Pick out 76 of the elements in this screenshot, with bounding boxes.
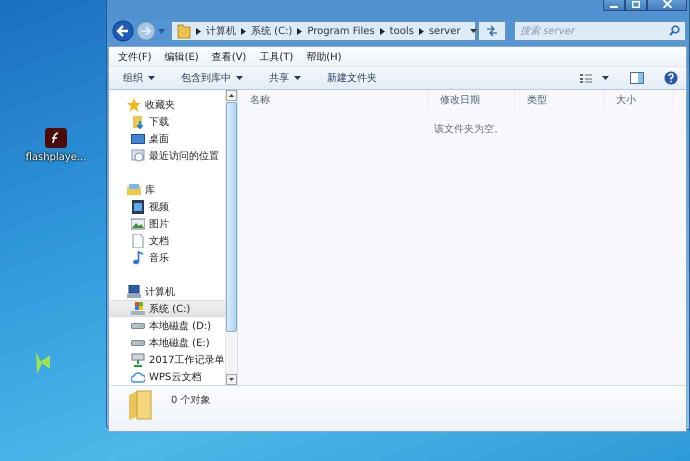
toolbar-button[interactable]: 共享 <box>264 69 306 87</box>
scrollbar[interactable] <box>225 90 237 385</box>
sidebar-item[interactable]: 系统 (C:) <box>109 300 225 317</box>
star-icon <box>127 98 141 112</box>
flash-app-icon <box>45 128 67 148</box>
breadcrumb-link[interactable]: 计算机 <box>206 24 236 38</box>
download-folder-icon <box>131 114 145 128</box>
empty-folder-message: 该文件夹为空。 <box>433 122 505 136</box>
back-button[interactable] <box>112 20 134 42</box>
chevron-icon <box>196 28 201 34</box>
toolbar-button[interactable]: 新建文件夹 <box>322 69 382 87</box>
scroll-up-icon[interactable] <box>226 90 237 101</box>
sidebar-group[interactable]: 计算机 <box>109 283 225 300</box>
sidebar-item[interactable]: 最近访问的位置 <box>109 147 225 164</box>
library-icon <box>127 182 141 196</box>
picture-icon <box>131 216 145 230</box>
breadcrumb-link[interactable]: Program Files <box>307 26 375 36</box>
computer-icon <box>127 284 141 298</box>
cloud-icon <box>131 370 145 384</box>
menu-item[interactable]: 编辑(E) <box>164 50 199 64</box>
network-drive-icon <box>131 352 145 366</box>
sidebar-item[interactable]: 桌面 <box>109 130 225 147</box>
sidebar-item[interactable]: 本地磁盘 (E:) <box>109 334 225 351</box>
sidebar-item[interactable]: 2017工作记录单 <box>109 351 225 368</box>
sidebar-group[interactable]: 收藏夹 <box>109 96 225 113</box>
column-header[interactable]: 名称 <box>238 90 428 110</box>
sidebar-item[interactable]: 音乐 <box>109 249 225 266</box>
menu-item[interactable]: 文件(F) <box>118 50 152 64</box>
drive-icon <box>131 322 145 328</box>
sidebar-item[interactable]: 视频 <box>109 198 225 215</box>
scroll-thumb[interactable] <box>226 102 237 332</box>
item-count: 0 个对象 <box>171 394 211 407</box>
column-header[interactable]: 大小 <box>604 90 674 110</box>
breadcrumb-link[interactable]: tools <box>390 26 414 36</box>
music-note-icon <box>131 250 145 264</box>
search-icon <box>669 25 680 36</box>
breadcrumb-link[interactable]: server <box>428 26 460 36</box>
maximize-icon <box>632 1 640 8</box>
menu-item[interactable]: 帮助(H) <box>306 50 342 64</box>
toolbar-button[interactable]: 包含到库中 <box>176 69 248 87</box>
chevron-icon <box>297 28 302 34</box>
menu-item[interactable]: 工具(T) <box>259 50 294 64</box>
preview-pane-icon[interactable] <box>630 72 644 84</box>
folder-icon <box>177 23 191 39</box>
chevron-icon <box>418 28 424 34</box>
desktop-icon-label[interactable]: flashplaye... <box>26 152 86 163</box>
sidebar-item[interactable]: 图片 <box>109 215 225 232</box>
dropdown-caret-icon[interactable] <box>470 29 478 33</box>
column-header[interactable]: 类型 <box>515 90 604 110</box>
sidebar-item[interactable]: 下载 <box>109 113 225 130</box>
sidebar-item[interactable]: WPS云文档 <box>109 368 225 385</box>
toolbar-button[interactable]: 组织 <box>118 69 160 87</box>
close-icon <box>662 0 672 8</box>
column-header[interactable]: 修改日期 <box>428 90 515 110</box>
view-options-icon[interactable] <box>580 73 610 83</box>
folder-icon <box>127 389 153 421</box>
sidebar-item[interactable]: 本地磁盘 (D:) <box>109 317 225 334</box>
desktop-icon <box>131 132 145 146</box>
sidebar-group[interactable]: 库 <box>109 181 225 198</box>
address-bar[interactable]: 计算机 系统 (C:) Program Files tools server <box>171 21 476 41</box>
refresh-button[interactable] <box>478 21 506 41</box>
breadcrumb-link[interactable]: 系统 (C:) <box>251 24 292 38</box>
chevron-icon <box>380 28 385 34</box>
minimize-icon <box>610 6 618 8</box>
search-field[interactable]: 搜索 server <box>514 21 686 41</box>
refresh-icon <box>486 25 498 37</box>
system-drive-icon <box>131 302 145 316</box>
menu-item[interactable]: 查看(V) <box>212 50 246 64</box>
recent-places-icon <box>131 148 145 162</box>
sidebar-item[interactable]: 文档 <box>109 232 225 249</box>
chevron-icon <box>241 28 246 34</box>
drive-icon <box>131 340 145 346</box>
help-icon[interactable] <box>664 71 678 85</box>
document-icon <box>131 234 145 248</box>
video-icon <box>131 200 145 214</box>
scroll-down-icon[interactable] <box>226 374 237 385</box>
